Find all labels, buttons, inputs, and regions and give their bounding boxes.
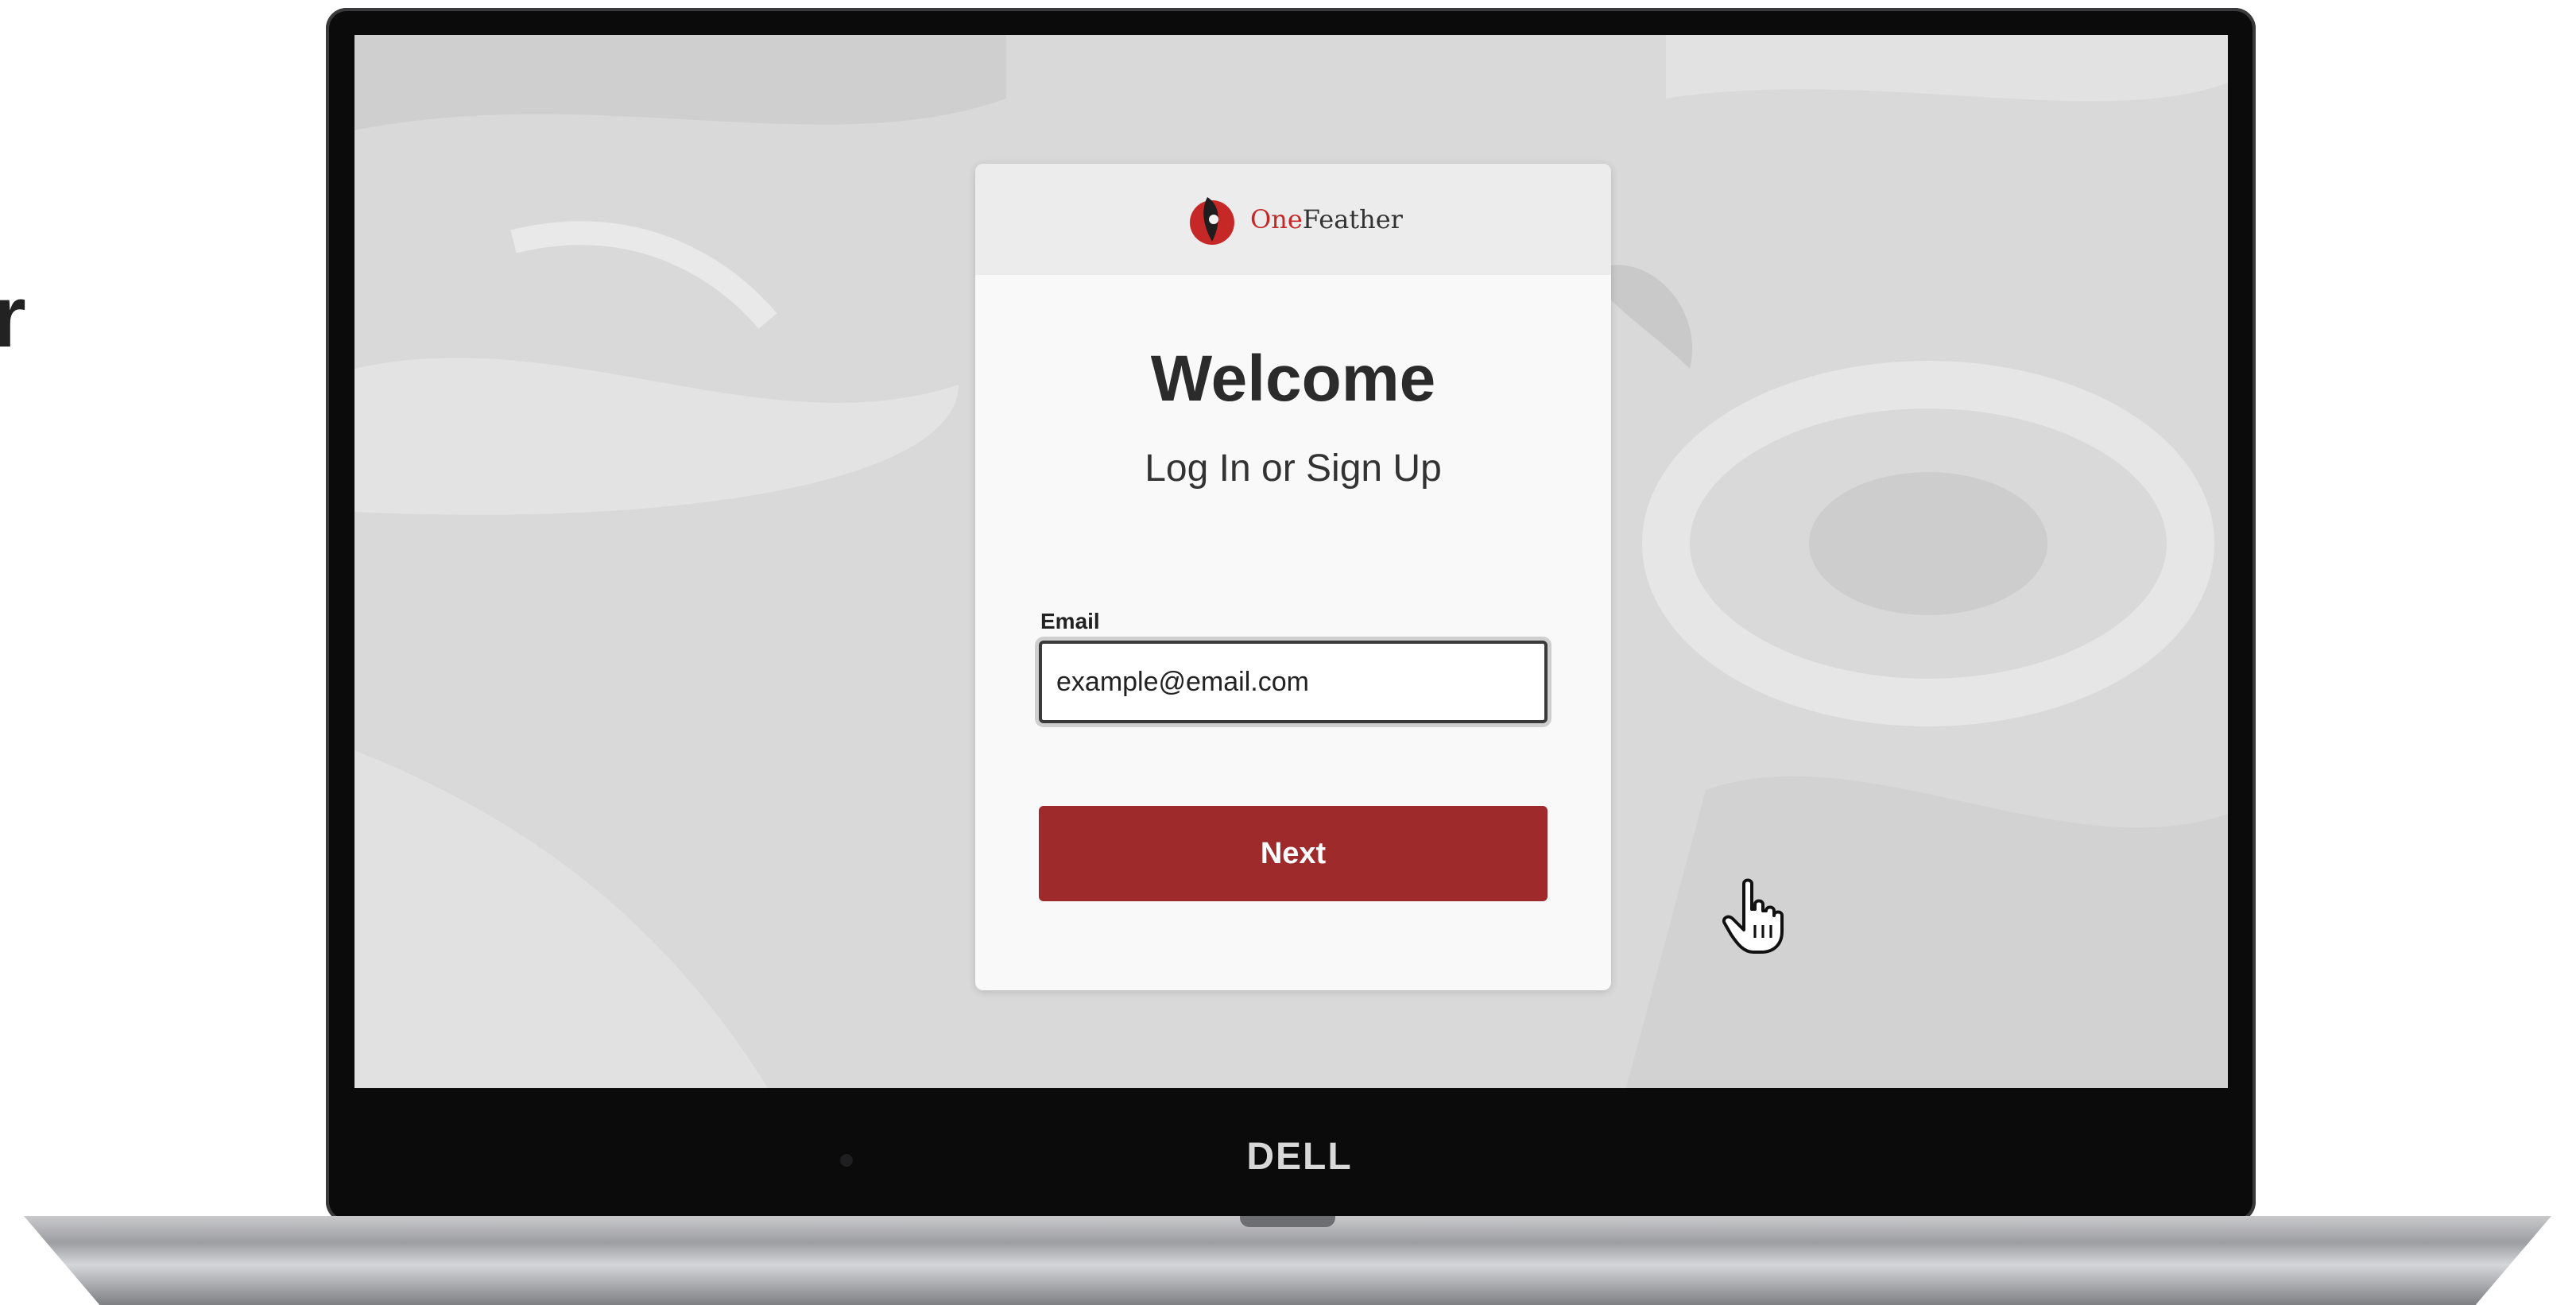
page-subtitle: Log In or Sign Up — [1145, 447, 1442, 490]
next-button[interactable]: Next — [1039, 806, 1548, 901]
laptop-lid: OneFeather Welcome Log In or Sign Up Ema… — [326, 8, 2256, 1222]
laptop-screen: OneFeather Welcome Log In or Sign Up Ema… — [354, 35, 2228, 1088]
hand-pointer-icon — [1722, 878, 1784, 954]
login-card: OneFeather Welcome Log In or Sign Up Ema… — [975, 164, 1611, 990]
edge-text: r — [0, 268, 26, 366]
app-logo-text: OneFeather — [1250, 204, 1403, 234]
email-field[interactable] — [1039, 641, 1548, 723]
email-label: Email — [1040, 609, 1100, 633]
webcam — [840, 1154, 853, 1167]
laptop-brand-logo: DELL — [1246, 1136, 1353, 1178]
laptop-base-notch — [1240, 1216, 1335, 1227]
laptop-base — [24, 1216, 2551, 1305]
feather-logo-icon — [1190, 197, 1235, 245]
card-header: OneFeather — [975, 164, 1611, 275]
page-title: Welcome — [1150, 343, 1436, 415]
